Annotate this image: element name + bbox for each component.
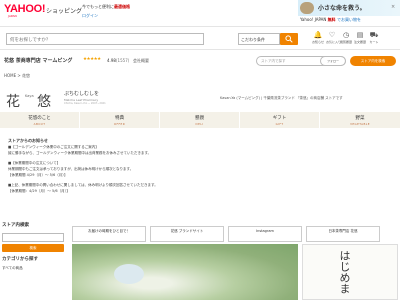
nav-item-deli[interactable]: 懇親 DELI bbox=[160, 112, 240, 128]
category-heading: カテゴリから探す bbox=[2, 257, 38, 262]
notification-button[interactable]: 🔔 お知らせ bbox=[312, 31, 324, 44]
brand-header: 花 Kaya 悠 ぷちむしむしを Matcha Leaf Pharmacy Ch… bbox=[0, 84, 400, 112]
header-icon-label: お知らせ bbox=[312, 40, 324, 44]
cart-icon: ⛟ bbox=[369, 31, 379, 39]
brand-logo-kanji1[interactable]: 花 bbox=[6, 91, 20, 111]
order-icon: ▤ bbox=[356, 31, 364, 39]
store-search-heading: ストア内検索 bbox=[2, 223, 29, 228]
yj-promo[interactable]: Yahoo! JAPAN 無料 でお買い物を bbox=[300, 17, 361, 23]
order-button[interactable]: ▤ 注文履歴 bbox=[354, 31, 366, 44]
pond-shape bbox=[114, 264, 144, 284]
favorite-button[interactable]: ♡ お気に入り bbox=[326, 31, 342, 44]
follow-button[interactable]: フォロー bbox=[320, 56, 346, 66]
store-notice: ストアからのお知らせ ■【ゴールデンウィーク休業中のご注文に関するご案内】 誠に勝… bbox=[8, 138, 398, 194]
brand-address: Chicha, Kasuri-cho ~ 2007~2021 bbox=[64, 102, 106, 105]
nav-label: 懇親 bbox=[195, 116, 204, 121]
store-search-button[interactable]: ストア内を検索 bbox=[350, 56, 396, 66]
feature-image[interactable] bbox=[72, 244, 298, 300]
nav-sublabel: VEGETABLE bbox=[350, 122, 370, 126]
sidebar-search-button[interactable]: 検索 bbox=[2, 244, 64, 252]
brand-site-banner[interactable]: 花悠 ブランドサイト bbox=[150, 226, 224, 242]
nav-label: 特典 bbox=[115, 116, 124, 121]
search-icon bbox=[285, 35, 293, 43]
company-info-link[interactable]: 会社概要 bbox=[133, 58, 149, 64]
brand-description: Kasan-Ya (マームピング) | 千葉県流茶ブランド 『茶悠』の商店舗 ス… bbox=[220, 96, 343, 100]
nav-sublabel: OFFER bbox=[113, 122, 126, 126]
global-header: YAHOO! JAPAN ショッピング 今でもっと便利に最適価格 ログイン 小さ… bbox=[0, 0, 400, 24]
history-icon: ◷ bbox=[342, 31, 350, 39]
brand-tagline: ぷちむしむしを bbox=[64, 91, 100, 97]
breadcrumb[interactable]: HOME > 花悠 bbox=[4, 73, 30, 79]
shop-banner[interactable]: 日本茶専門店 花悠 bbox=[306, 226, 380, 242]
nav-item-about[interactable]: 花悠のこと ABOUT bbox=[0, 112, 80, 128]
close-icon[interactable]: × bbox=[391, 4, 395, 10]
search-input[interactable] bbox=[6, 33, 204, 45]
delivery-banner[interactable]: お届けの時期をひと目で！ bbox=[72, 226, 146, 242]
search-bar: こだわり条件 🔔お知らせ♡お気に入り◷閲覧履歴▤注文履歴⛟カート bbox=[0, 26, 400, 50]
review-count[interactable]: (1557) bbox=[116, 58, 129, 63]
banner-row: お届けの時期をひと目で！ 花悠 ブランドサイト Instagram 日本茶専門店… bbox=[72, 226, 400, 242]
brand-logo-romaji: Kaya bbox=[25, 94, 34, 98]
header-icon-label: 注文履歴 bbox=[354, 40, 367, 44]
rating-stars: ★★★★★ bbox=[83, 57, 101, 62]
login-link[interactable]: ログイン bbox=[82, 13, 98, 19]
nav-sublabel: ABOUT bbox=[33, 122, 46, 126]
category-all-link[interactable]: すべての商品 bbox=[2, 266, 68, 271]
store-bar: 花悠 茶商専門店 マームピング ★★★★★ 4.98 (1557) 会社概要 ス… bbox=[0, 54, 400, 68]
nav-item-gift[interactable]: ギフト GIFT bbox=[240, 112, 320, 128]
nav-label: ギフト bbox=[272, 116, 287, 121]
nav-sublabel: GIFT bbox=[275, 122, 284, 126]
rating-value: 4.98 bbox=[107, 57, 116, 63]
instagram-banner[interactable]: Instagram bbox=[228, 226, 302, 242]
search-scope-select[interactable]: こだわり条件 bbox=[238, 33, 280, 45]
cart-button[interactable]: ⛟ カート bbox=[368, 31, 380, 44]
notification-icon: 🔔 bbox=[313, 31, 323, 39]
sidebar: ストア内検索 検索 カテゴリから探す すべての商品 bbox=[2, 222, 68, 271]
service-name[interactable]: ショッピング bbox=[46, 6, 82, 15]
header-icon-label: カート bbox=[369, 40, 379, 44]
nav-sublabel: DELI bbox=[195, 122, 204, 126]
ad-text[interactable]: 小さな命を救う。 bbox=[318, 3, 366, 12]
notice-line: 【休業期間：4/29（月）～ 5/6（月）】 bbox=[8, 189, 70, 193]
yahoo-logo-sub: JAPAN bbox=[8, 14, 17, 18]
nav-label: 花悠のこと bbox=[28, 116, 51, 121]
sidebar-search-input[interactable] bbox=[2, 233, 64, 242]
search-button[interactable] bbox=[280, 33, 298, 45]
promo-text: 今でもっと便利に最適価格 bbox=[82, 4, 130, 9]
store-name[interactable]: 花悠 茶商専門店 マームピング bbox=[4, 57, 72, 64]
header-icon-label: お気に入り bbox=[326, 40, 342, 44]
header-icon-label: 閲覧履歴 bbox=[340, 40, 353, 44]
ad-image bbox=[300, 2, 314, 14]
nav-item-offer[interactable]: 特典 OFFER bbox=[80, 112, 160, 128]
brand-logo-kanji2[interactable]: 悠 bbox=[37, 91, 51, 111]
store-nav: 花悠のこと ABOUT 特典 OFFER 懇親 DELI ギフト GIFT 野菜 VEGE… bbox=[0, 112, 400, 128]
nav-label: 野菜 bbox=[355, 116, 365, 121]
feature-vertical-text: はじめま bbox=[338, 250, 351, 294]
history-button[interactable]: ◷ 閲覧履歴 bbox=[340, 31, 352, 44]
favorite-icon: ♡ bbox=[328, 31, 336, 39]
nav-item-vegetable[interactable]: 野菜 VEGETABLE bbox=[320, 112, 400, 128]
